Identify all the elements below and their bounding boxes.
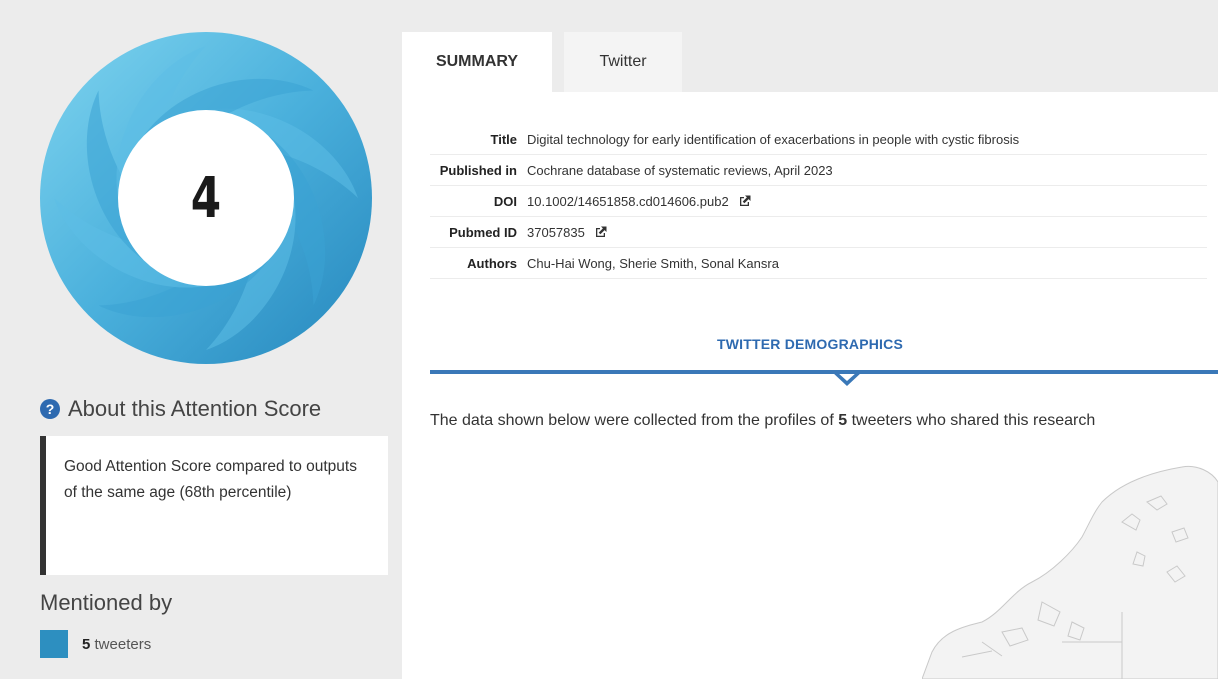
about-attention-score[interactable]: ? About this Attention Score <box>40 396 321 422</box>
tab-twitter[interactable]: Twitter <box>564 32 682 92</box>
external-link-icon[interactable] <box>738 194 752 208</box>
world-map-graphic <box>922 465 1218 679</box>
pubmed-cell: 37057835 <box>527 216 1207 248</box>
attention-score-value: 4 <box>190 165 222 231</box>
published-in: Cochrane database of systematic reviews,… <box>527 154 1207 186</box>
main-content: SUMMARY Twitter Title Digital technology… <box>402 0 1218 679</box>
tab-bar: SUMMARY Twitter <box>402 32 682 92</box>
demographics-description: The data shown below were collected from… <box>430 412 1095 430</box>
demographics-text-after: tweeters who shared this research <box>847 412 1096 429</box>
about-heading[interactable]: About this Attention Score <box>68 396 321 422</box>
pubmed-link[interactable]: 37057835 <box>527 225 585 240</box>
attention-description-box: Good Attention Score compared to outputs… <box>40 436 388 575</box>
mentioned-count-label[interactable]: 5 tweeters <box>82 636 151 653</box>
article-metadata: Title Digital technology for early ident… <box>430 124 1207 279</box>
demographics-text-before: The data shown below were collected from… <box>430 412 839 429</box>
doi-cell: 10.1002/14651858.cd014606.pub2 <box>527 185 1207 217</box>
demographics-divider <box>430 370 1218 374</box>
doi-link[interactable]: 10.1002/14651858.cd014606.pub2 <box>527 194 729 209</box>
attention-description: Good Attention Score compared to outputs… <box>64 458 357 501</box>
mentioned-by-heading: Mentioned by <box>40 590 173 615</box>
mentioned-by-twitter[interactable]: 5 tweeters <box>40 630 151 658</box>
external-link-icon[interactable] <box>594 225 608 239</box>
tab-summary[interactable]: SUMMARY <box>402 32 552 92</box>
attention-donut: 4 <box>38 30 374 366</box>
twitter-demographics-heading: TWITTER DEMOGRAPHICS <box>717 336 903 352</box>
doi-label: DOI <box>430 185 527 217</box>
twitter-swatch <box>40 630 68 658</box>
row-published: Published in Cochrane database of system… <box>430 154 1207 186</box>
title-label: Title <box>430 124 527 155</box>
question-circle-icon[interactable]: ? <box>40 399 60 419</box>
attention-sidebar: 4 ? About this Attention Score Good Atte… <box>0 0 400 679</box>
row-pubmed: Pubmed ID 37057835 <box>430 216 1207 248</box>
tweeter-label: tweeters <box>94 635 152 653</box>
pubmed-label: Pubmed ID <box>430 216 527 248</box>
row-authors: Authors Chu-Hai Wong, Sherie Smith, Sona… <box>430 247 1207 279</box>
summary-panel: Title Digital technology for early ident… <box>402 92 1218 679</box>
chevron-down-icon <box>832 372 862 386</box>
demographics-count: 5 <box>838 412 848 429</box>
published-label: Published in <box>430 154 527 186</box>
article-title: Digital technology for early identificat… <box>527 124 1207 155</box>
tweeter-count: 5 <box>82 635 91 653</box>
row-title: Title Digital technology for early ident… <box>430 124 1207 155</box>
authors-label: Authors <box>430 247 527 279</box>
row-doi: DOI 10.1002/14651858.cd014606.pub2 <box>430 185 1207 217</box>
authors-list: Chu-Hai Wong, Sherie Smith, Sonal Kansra <box>527 247 1207 279</box>
